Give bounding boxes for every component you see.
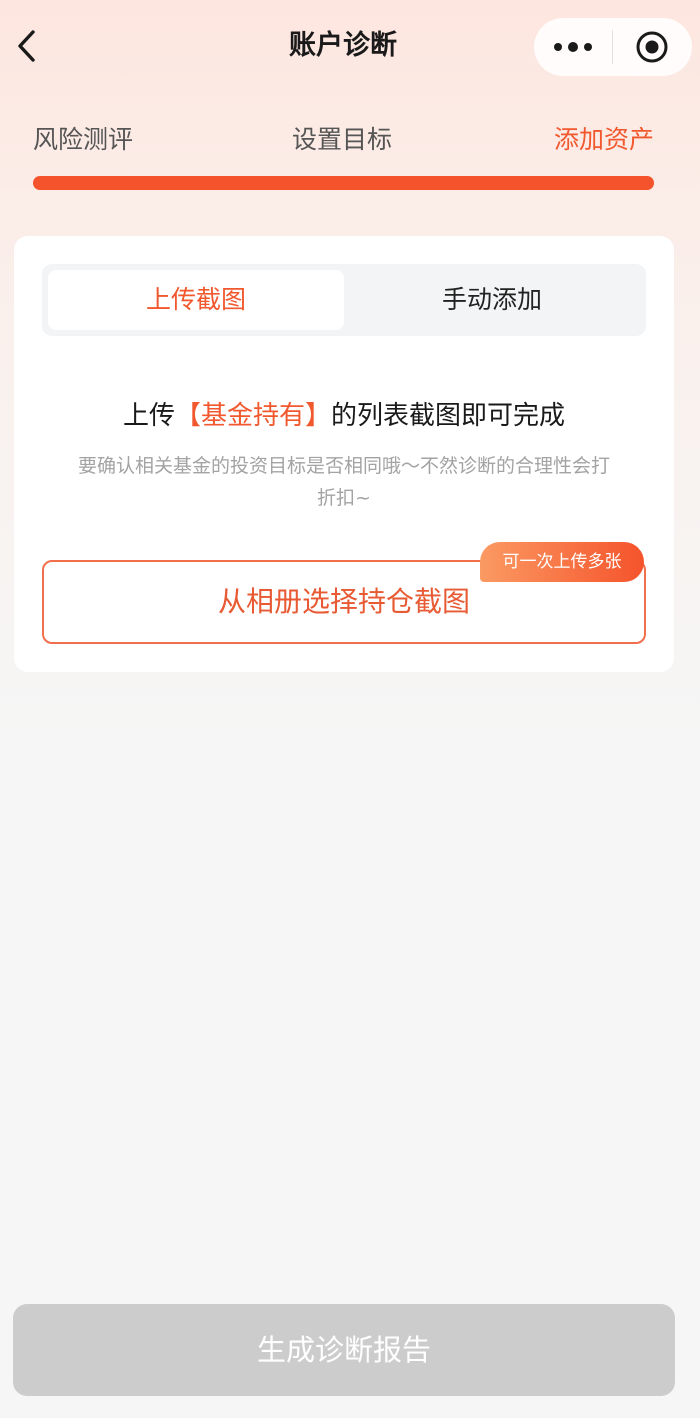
instruction-highlight: 【基金持有】 [174,401,331,431]
step-risk-assessment: 风险测评 [33,125,134,154]
progress-bar-fill [33,176,654,190]
target-close-icon [636,31,668,63]
multi-upload-badge: 可一次上传多张 [480,542,644,582]
more-button[interactable] [534,18,612,76]
instruction-suffix: 的列表截图即可完成 [331,401,566,431]
upload-instruction: 上传【基金持有】的列表截图即可完成 [14,396,674,436]
upload-description: 要确认相关基金的投资目标是否相同哦～不然诊断的合理性会打折扣~ [77,455,610,509]
progress-bar [33,176,654,190]
mini-program-capsule [534,18,692,76]
more-dots-icon [554,42,592,52]
step-set-goal: 设置目标 [292,125,393,154]
chevron-left-icon [18,30,35,62]
instruction-prefix: 上传 [122,401,175,431]
tab-upload-screenshot[interactable]: 上传截图 [48,270,344,330]
tab-manual-add[interactable]: 手动添加 [344,270,640,330]
step-indicator: 风险测评 设置目标 添加资产 [0,116,700,164]
back-button[interactable] [8,26,44,66]
mode-tabs: 上传截图 手动添加 [42,264,646,336]
page-title: 账户诊断 [289,30,397,61]
step-add-assets: 添加资产 [553,125,654,154]
close-button[interactable] [613,18,691,76]
upload-card: 上传截图 手动添加 上传【基金持有】的列表截图即可完成 要确认相关基金的投资目标… [14,236,674,672]
generate-report-button[interactable]: 生成诊断报告 [13,1304,675,1396]
nav-bar: 账户诊断 [0,0,700,96]
